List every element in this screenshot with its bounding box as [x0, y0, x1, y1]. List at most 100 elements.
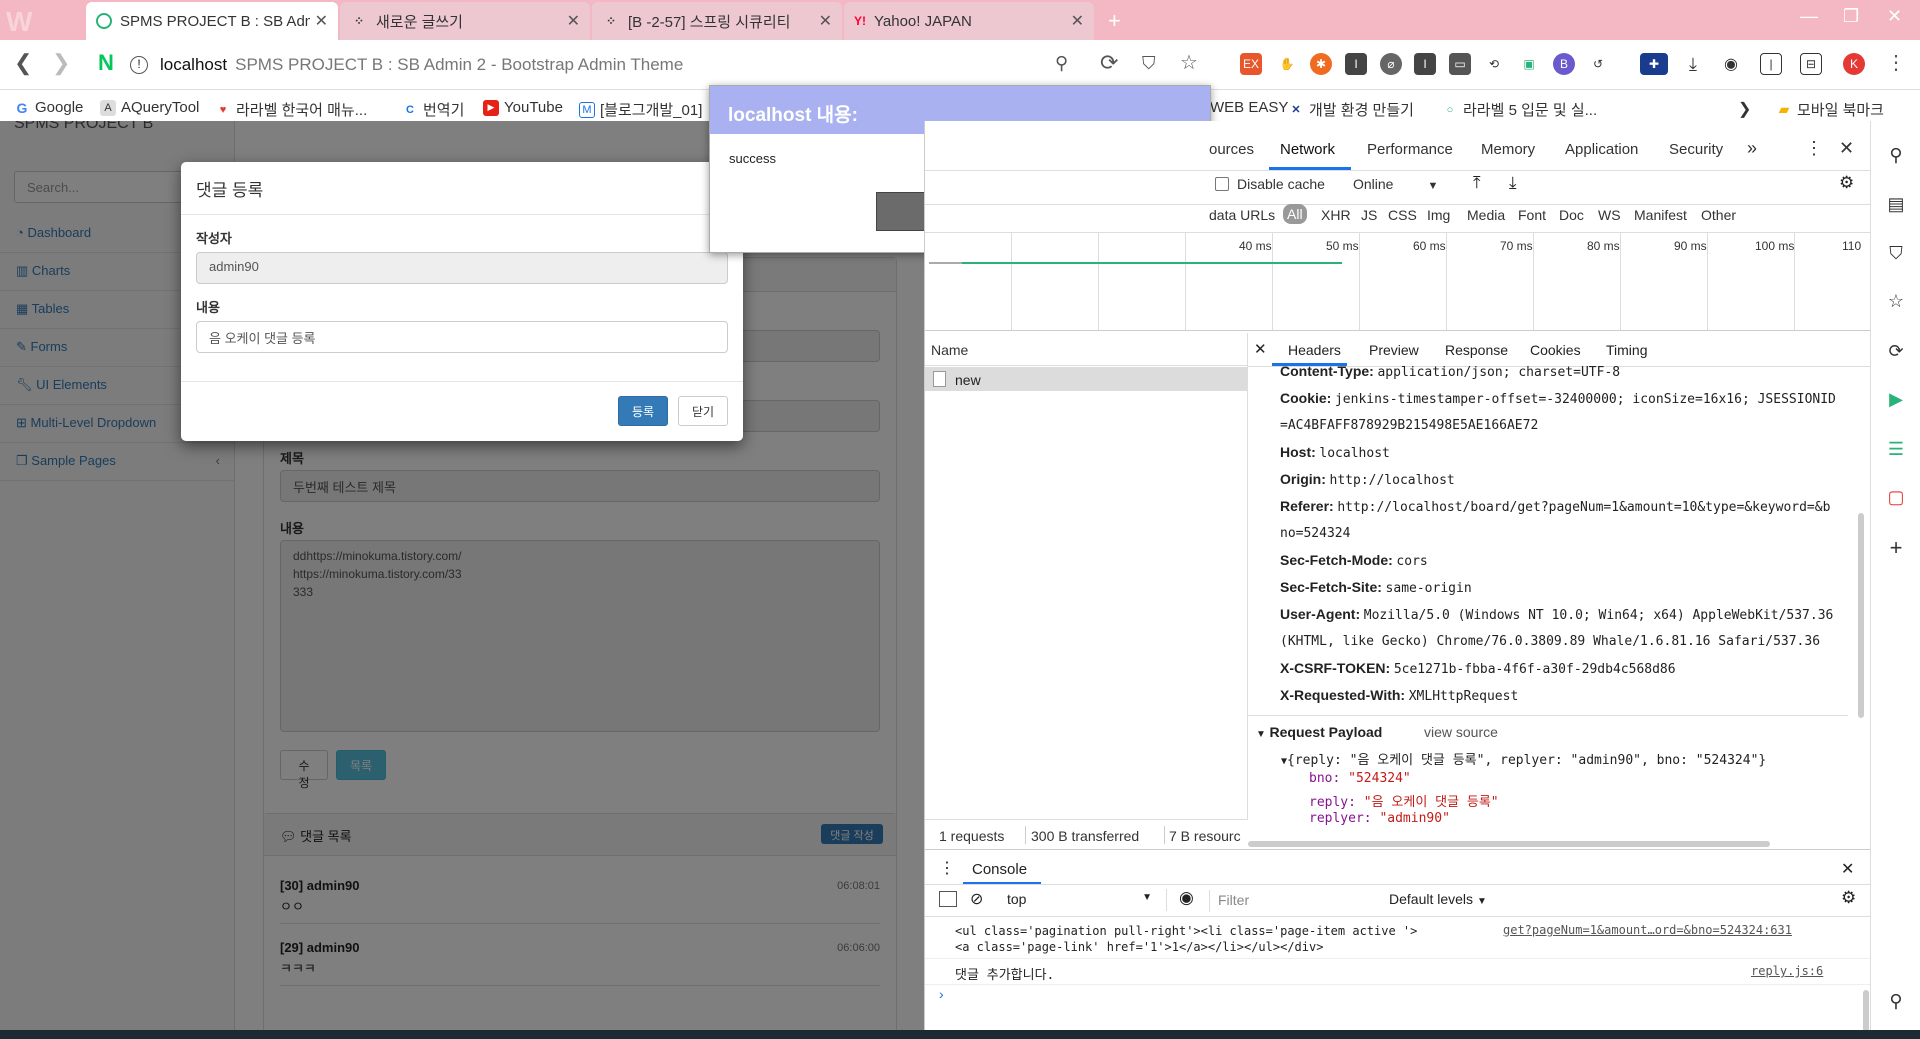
filter-all[interactable]: All — [1283, 204, 1307, 224]
reload-icon[interactable]: ⟳ — [1100, 50, 1118, 76]
minimize-icon[interactable]: — — [1800, 6, 1818, 27]
bookmark-web-easy[interactable]: WEB EASY — [1210, 99, 1288, 116]
download-icon[interactable]: ⤓ — [1682, 53, 1704, 75]
close-icon[interactable]: ✕ — [315, 11, 328, 31]
bookmark-laravel5[interactable]: ○ 라라벨 5 입문 및 실... — [1442, 99, 1597, 120]
sidebar-toggle-icon[interactable] — [939, 891, 957, 907]
new-tab-button[interactable]: + — [1108, 8, 1121, 34]
payload-section[interactable]: ▼ Request Payload view source — [1256, 724, 1498, 740]
filter-js[interactable]: JS — [1361, 207, 1377, 223]
star-icon[interactable]: ☆ — [1884, 291, 1908, 315]
disable-cache-checkbox[interactable] — [1215, 177, 1229, 191]
ext-b-icon[interactable]: B — [1553, 53, 1575, 75]
pin-icon[interactable]: ⚲ — [1884, 991, 1908, 1015]
console-source-link[interactable]: get?pageNum=1&amount…ord=&bno=524324:631 — [1503, 923, 1792, 937]
window-close-icon[interactable]: ✕ — [1887, 6, 1902, 27]
chat-icon[interactable]: ▢ — [1884, 487, 1908, 511]
close-icon[interactable]: ✕ — [1071, 11, 1084, 31]
tab-network[interactable]: Network — [1280, 141, 1335, 158]
list-icon[interactable]: ☰ — [1884, 439, 1908, 463]
filter-media[interactable]: Media — [1467, 207, 1505, 223]
log-levels-select[interactable]: Default levels ▼ — [1389, 891, 1487, 907]
detail-tab-response[interactable]: Response — [1445, 342, 1508, 358]
tab-spms[interactable]: SPMS PROJECT B : SB Admin 2 - Bootstrap … — [86, 2, 338, 40]
forward-icon[interactable]: ❯ — [52, 50, 70, 76]
detail-close-icon[interactable]: ✕ — [1254, 340, 1267, 358]
restore-icon[interactable]: ❐ — [1843, 6, 1859, 27]
ext-ex-icon[interactable]: EX — [1240, 53, 1262, 75]
clear-console-icon[interactable]: ⊘ — [970, 889, 983, 909]
bookmark-mobile-folder[interactable]: ▰ 모바일 북마크 — [1776, 99, 1884, 120]
ext-sync-icon[interactable]: ⟲ — [1483, 53, 1505, 75]
bookmark-translator[interactable]: C 번역기 — [402, 99, 464, 120]
more-tabs-icon[interactable]: » — [1747, 138, 1757, 159]
drawer-close-icon[interactable]: ✕ — [1841, 859, 1854, 879]
bookmark-dev-env[interactable]: ✕ 개발 환경 만들기 — [1288, 99, 1414, 120]
console-filter-input[interactable]: Filter — [1209, 890, 1379, 912]
tab-sources[interactable]: ources — [1209, 141, 1254, 158]
console-prompt-icon[interactable]: › — [939, 986, 944, 1002]
network-settings-icon[interactable]: ⚙ — [1839, 173, 1854, 193]
ext-hand-icon[interactable]: ✋ — [1276, 53, 1298, 75]
bookmark-google[interactable]: G Google — [14, 99, 84, 116]
bookmark-aquerytool[interactable]: A AQueryTool — [100, 99, 199, 116]
info-icon[interactable]: ! — [130, 56, 148, 74]
detail-tab-preview[interactable]: Preview — [1369, 342, 1419, 358]
filter-manifest[interactable]: Manifest — [1634, 207, 1687, 223]
horizontal-scrollbar[interactable] — [1248, 841, 1770, 847]
add-icon[interactable]: + — [1884, 535, 1908, 560]
writer-field[interactable]: admin90 — [196, 252, 728, 284]
reader-icon[interactable]: ▤ — [1884, 194, 1908, 218]
ext-i-icon[interactable]: I — [1345, 53, 1367, 75]
throttle-select[interactable]: Online ▼ — [1353, 176, 1438, 192]
ext-i2-icon[interactable]: I — [1414, 53, 1436, 75]
tab-yahoo[interactable]: Y! Yahoo! JAPAN ✕ — [844, 2, 1094, 40]
detail-tab-cookies[interactable]: Cookies — [1530, 342, 1581, 358]
profile-avatar[interactable]: K — [1843, 53, 1865, 75]
bookmark-blog[interactable]: M [블로그개발_01] — [579, 99, 702, 120]
devtools-close-icon[interactable]: ✕ — [1839, 138, 1854, 159]
console-settings-icon[interactable]: ⚙ — [1841, 888, 1856, 908]
ext-chat-icon[interactable]: ▭ — [1449, 53, 1471, 75]
filter-other[interactable]: Other — [1701, 207, 1736, 223]
ext-link-icon[interactable]: ⌀ — [1380, 53, 1402, 75]
context-select[interactable]: top ▼ — [997, 889, 1167, 911]
tab-security[interactable]: Security — [1669, 141, 1723, 158]
console-tab[interactable]: Console — [972, 861, 1027, 878]
filter-font[interactable]: Font — [1518, 207, 1546, 223]
bookmark-youtube[interactable]: ▶ YouTube — [483, 99, 563, 116]
tab-performance[interactable]: Performance — [1367, 141, 1453, 158]
shield-icon[interactable]: ⛉ — [1884, 243, 1908, 267]
import-har-icon[interactable]: ⤒ — [1473, 173, 1481, 193]
close-modal-button[interactable]: 닫기 — [678, 396, 728, 426]
bookmarks-overflow-icon[interactable]: ❯ — [1738, 99, 1751, 119]
back-icon[interactable]: ❮ — [14, 50, 32, 76]
filter-img[interactable]: Img — [1427, 207, 1450, 223]
submit-reply-button[interactable]: 등록 — [618, 396, 668, 426]
drawer-menu-icon[interactable]: ⋮ — [939, 858, 955, 878]
console-source-link[interactable]: reply.js:6 — [1751, 964, 1823, 978]
ext-tv-icon[interactable]: ▣ — [1518, 53, 1540, 75]
tab-application[interactable]: Application — [1565, 141, 1638, 158]
payload-summary[interactable]: ▼{reply: "음 오케이 댓글 등록", replyer: "admin9… — [1281, 749, 1766, 768]
url-field[interactable]: ! localhost SPMS PROJECT B : SB Admin 2 … — [130, 48, 1200, 82]
search-zoom-icon[interactable]: ⚲ — [1884, 145, 1908, 169]
translate-icon[interactable]: ⟳ — [1884, 341, 1908, 365]
headers-scrollbar[interactable] — [1858, 513, 1864, 718]
tab-spring-security[interactable]: ⁘ [B -2-57] 스프링 시큐리티 ✕ — [592, 2, 842, 40]
export-har-icon[interactable]: ⤓ — [1509, 173, 1517, 193]
ext-orange-icon[interactable]: ✱ — [1310, 53, 1332, 75]
play-icon[interactable]: ▶ — [1884, 389, 1908, 413]
filter-xhr[interactable]: XHR — [1321, 207, 1351, 223]
view-source-link[interactable]: view source — [1424, 724, 1498, 740]
eye-icon[interactable]: ◉ — [1179, 888, 1194, 908]
zoom-icon[interactable]: ⚲ — [1055, 53, 1068, 74]
bookmark-laravel-manual[interactable]: ♥ 라라벨 한국어 매뉴... — [215, 99, 368, 120]
filter-doc[interactable]: Doc — [1559, 207, 1584, 223]
detail-tab-timing[interactable]: Timing — [1606, 342, 1648, 358]
ext-history-icon[interactable]: ↺ — [1587, 53, 1609, 75]
filter-data-urls[interactable]: data URLs — [1209, 207, 1275, 223]
flag-icon[interactable]: ✚ — [1640, 53, 1668, 75]
menu-icon[interactable]: ⋮ — [1886, 50, 1906, 75]
close-icon[interactable]: ✕ — [819, 11, 832, 31]
